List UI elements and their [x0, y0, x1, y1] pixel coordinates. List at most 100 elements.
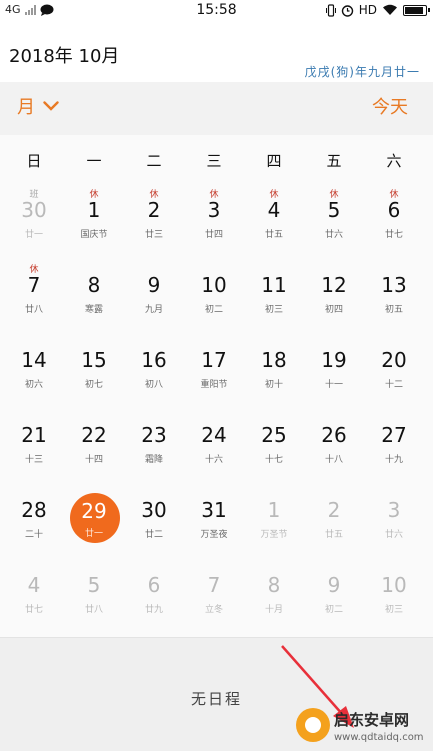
day-cell[interactable]: 26 十八 [304, 415, 364, 490]
day-cell[interactable]: 19 十一 [304, 340, 364, 415]
view-mode-label: 月 [17, 97, 35, 118]
day-cell[interactable]: 17 重阳节 [184, 340, 244, 415]
day-lunar-label: 十六 [204, 455, 223, 465]
battery-level-fill [405, 6, 424, 14]
day-lunar-label: 万圣夜 [200, 530, 228, 540]
status-right: HD [325, 3, 430, 17]
weekday-label: 四 [266, 152, 282, 170]
day-lunar-label: 初四 [324, 305, 343, 315]
calendar-toolbar: 月 今天 [0, 82, 433, 135]
day-cell[interactable]: 23 霜降 [124, 415, 184, 490]
day-cell[interactable]: 20 十二 [364, 340, 424, 415]
day-cell[interactable]: 15 初七 [64, 340, 124, 415]
day-cell[interactable]: 休 4 廿五 [244, 190, 304, 265]
day-number: 18 [261, 348, 287, 372]
weekday-label: 日 [26, 152, 42, 170]
day-lunar-label: 廿八 [84, 605, 103, 615]
day-number: 12 [321, 273, 347, 297]
day-cell[interactable]: 8 十月 [244, 565, 304, 640]
month-grid: 日一二三四五六 班 30 廿一休 1 国庆节休 2 廿三休 3 廿四休 4 廿五休 5 廿六休 6 廿七休 7… [0, 135, 433, 637]
day-lunar-label: 初三 [384, 605, 403, 615]
day-lunar-label: 初八 [144, 380, 163, 390]
day-cell[interactable]: 9 初二 [304, 565, 364, 640]
day-lunar-label: 九月 [144, 305, 163, 315]
day-number: 2 [147, 198, 161, 222]
day-lunar-label: 国庆节 [80, 230, 108, 240]
day-number: 3 [207, 198, 221, 222]
calendar-header: 2018年 10月 戊戌(狗)年九月廿一 [0, 22, 433, 83]
day-cell-selected[interactable]: 29 廿一 [64, 490, 124, 565]
day-number: 7 [207, 573, 221, 597]
day-number: 22 [81, 423, 107, 447]
day-cell[interactable]: 9 九月 [124, 265, 184, 340]
day-lunar-label: 廿二 [144, 530, 163, 540]
day-number: 4 [27, 573, 41, 597]
day-cell[interactable]: 25 十七 [244, 415, 304, 490]
day-cell[interactable]: 4 廿七 [4, 565, 64, 640]
day-number: 3 [387, 498, 401, 522]
day-cell[interactable]: 11 初三 [244, 265, 304, 340]
wifi-icon [383, 4, 397, 15]
day-lunar-label: 十九 [384, 455, 403, 465]
day-cell[interactable]: 22 十四 [64, 415, 124, 490]
day-number: 11 [261, 273, 287, 297]
day-cell[interactable]: 5 廿八 [64, 565, 124, 640]
day-cell[interactable]: 30 廿二 [124, 490, 184, 565]
year-month-title[interactable]: 2018年 10月 [9, 42, 119, 68]
day-lunar-label: 廿一 [24, 230, 43, 240]
day-lunar-label: 二十 [24, 530, 43, 540]
day-cell[interactable]: 12 初四 [304, 265, 364, 340]
day-lunar-label: 十七 [264, 455, 283, 465]
day-cell[interactable]: 18 初十 [244, 340, 304, 415]
day-number: 20 [381, 348, 407, 372]
day-number: 4 [267, 198, 281, 222]
day-cell[interactable]: 27 十九 [364, 415, 424, 490]
day-cell[interactable]: 3 廿六 [364, 490, 424, 565]
day-lunar-label: 十二 [384, 380, 403, 390]
day-cell[interactable]: 休 2 廿三 [124, 190, 184, 265]
day-cell[interactable]: 2 廿五 [304, 490, 364, 565]
day-cell[interactable]: 8 寒露 [64, 265, 124, 340]
day-lunar-label: 十月 [264, 605, 283, 615]
day-cell[interactable]: 班 30 廿一 [4, 190, 64, 265]
day-number: 15 [81, 348, 107, 372]
day-cell[interactable]: 7 立冬 [184, 565, 244, 640]
day-cell[interactable]: 24 十六 [184, 415, 244, 490]
view-mode-dropdown[interactable]: 月 [17, 93, 59, 119]
day-number: 9 [147, 273, 161, 297]
day-cell[interactable]: 1 万圣节 [244, 490, 304, 565]
day-lunar-label: 初六 [24, 380, 43, 390]
day-lunar-label: 立冬 [204, 605, 223, 615]
day-lunar-label: 初五 [384, 305, 403, 315]
day-cell[interactable]: 28 二十 [4, 490, 64, 565]
day-lunar-label: 十一 [324, 380, 343, 390]
day-cell[interactable]: 休 1 国庆节 [64, 190, 124, 265]
day-cell[interactable]: 休 5 廿六 [304, 190, 364, 265]
today-button[interactable]: 今天 [372, 93, 408, 119]
alarm-icon [341, 4, 353, 17]
day-number: 14 [21, 348, 47, 372]
day-lunar-label: 万圣节 [260, 530, 288, 540]
day-cell[interactable]: 10 初二 [184, 265, 244, 340]
day-lunar-label: 十八 [324, 455, 343, 465]
day-lunar-label: 初七 [84, 380, 103, 390]
day-cell[interactable]: 14 初六 [4, 340, 64, 415]
day-cell[interactable]: 6 廿九 [124, 565, 184, 640]
day-number: 6 [147, 573, 161, 597]
day-number: 21 [21, 423, 47, 447]
day-number: 19 [321, 348, 347, 372]
day-cell[interactable]: 16 初八 [124, 340, 184, 415]
day-lunar-label: 廿九 [144, 605, 163, 615]
day-cell[interactable]: 31 万圣夜 [184, 490, 244, 565]
day-number: 10 [201, 273, 227, 297]
day-lunar-label: 初十 [264, 380, 283, 390]
day-number: 24 [201, 423, 227, 447]
day-cell[interactable]: 10 初三 [364, 565, 424, 640]
day-number: 31 [201, 498, 227, 522]
day-cell[interactable]: 休 7 廿八 [4, 265, 64, 340]
day-cell[interactable]: 休 3 廿四 [184, 190, 244, 265]
day-lunar-label: 廿四 [204, 230, 223, 240]
day-cell[interactable]: 休 6 廿七 [364, 190, 424, 265]
day-cell[interactable]: 13 初五 [364, 265, 424, 340]
day-cell[interactable]: 21 十三 [4, 415, 64, 490]
